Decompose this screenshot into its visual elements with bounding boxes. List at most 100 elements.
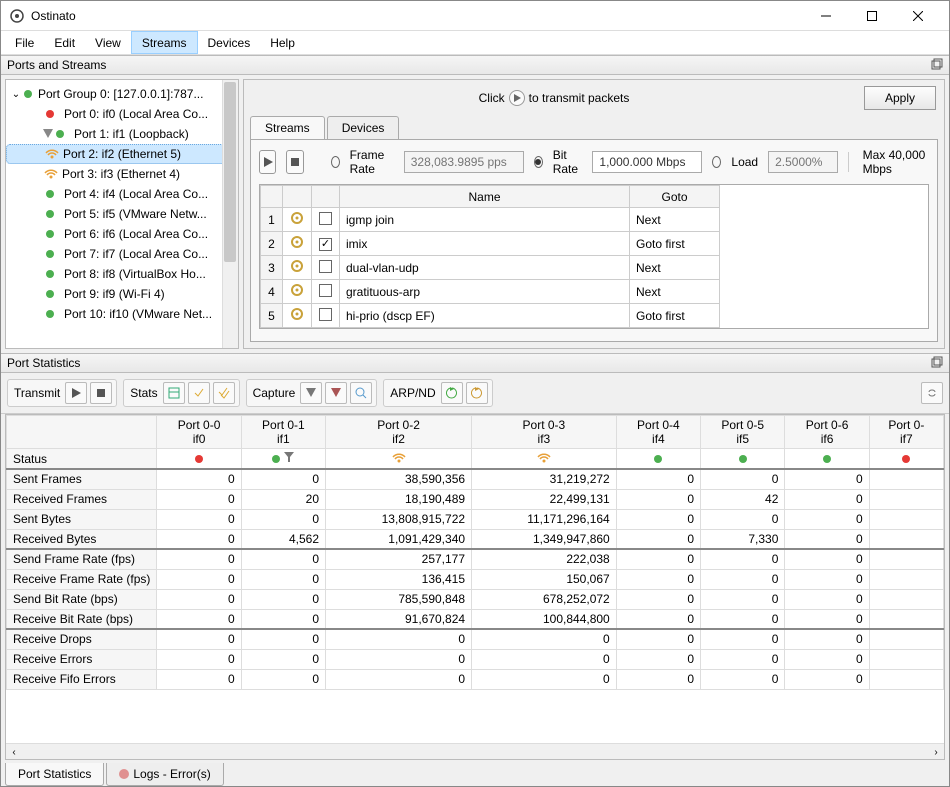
stream-row[interactable]: 5hi-prio (dscp EF)Goto first <box>261 304 720 328</box>
stats-row-label: Send Bit Rate (bps) <box>7 589 157 609</box>
status-dot-icon <box>46 270 54 278</box>
stream-row[interactable]: 3dual-vlan-udpNext <box>261 256 720 280</box>
menu-view[interactable]: View <box>85 31 131 54</box>
frame-rate-radio[interactable] <box>331 156 340 168</box>
tab-logs-errors[interactable]: Logs - Error(s) <box>106 763 223 786</box>
menu-edit[interactable]: Edit <box>44 31 85 54</box>
stream-enable-checkbox[interactable] <box>319 284 332 297</box>
arp-resolve-button[interactable] <box>441 382 463 404</box>
stats-row: Receive Errors0000000 <box>7 649 944 669</box>
gear-icon[interactable] <box>289 258 305 274</box>
load-input[interactable] <box>768 151 838 173</box>
stats-hscrollbar[interactable]: ‹› <box>6 743 944 759</box>
tab-port-statistics[interactable]: Port Statistics <box>5 763 104 786</box>
stream-row[interactable]: 1igmp joinNext <box>261 208 720 232</box>
transmit-group-label: Transmit <box>12 386 62 400</box>
tree-item-port-9[interactable]: Port 9: if9 (Wi-Fi 4) <box>6 284 238 304</box>
max-rate-label: Max 40,000 Mbps <box>863 148 929 176</box>
stats-row-label: Receive Frame Rate (fps) <box>7 569 157 589</box>
tab-devices[interactable]: Devices <box>327 116 400 139</box>
tree-item-port-0[interactable]: Port 0: if0 (Local Area Co... <box>6 104 238 124</box>
capture-group-label: Capture <box>251 386 298 400</box>
port-tree[interactable]: ⌄Port Group 0: [127.0.0.1]:787...Port 0:… <box>5 79 239 349</box>
gear-icon[interactable] <box>289 306 305 322</box>
apply-button[interactable]: Apply <box>864 86 936 110</box>
tree-item-port-8[interactable]: Port 8: if8 (VirtualBox Ho... <box>6 264 238 284</box>
arp-clear-button[interactable] <box>466 382 488 404</box>
close-button[interactable] <box>895 1 941 31</box>
stats-col-header[interactable]: Port 0-if7 <box>869 416 943 449</box>
chevron-down-icon[interactable]: ⌄ <box>10 89 22 100</box>
stream-enable-checkbox[interactable] <box>319 308 332 321</box>
tree-item-port-6[interactable]: Port 6: if6 (Local Area Co... <box>6 224 238 244</box>
tree-item-port-1[interactable]: Port 1: if1 (Loopback) <box>6 124 238 144</box>
ports-streams-panel-title: Ports and Streams <box>1 55 949 75</box>
stats-grid[interactable]: Port 0-0if0Port 0-1if1Port 0-2if2Port 0-… <box>6 415 944 690</box>
tree-scrollbar[interactable] <box>222 80 238 348</box>
status-dot-icon <box>56 130 64 138</box>
stats-row: Sent Bytes0013,808,915,72211,171,296,164… <box>7 509 944 529</box>
load-radio[interactable] <box>712 156 721 168</box>
stats-col-header[interactable]: Port 0-0if0 <box>157 416 241 449</box>
status-dot-icon <box>46 230 54 238</box>
stats-row: Received Frames02018,190,48922,499,13104… <box>7 489 944 509</box>
status-dot-icon <box>46 190 54 198</box>
undock-stats-icon[interactable] <box>931 356 943 371</box>
transmit-hint: Click to transmit packets <box>252 90 856 106</box>
menubar: FileEditViewStreamsDevicesHelp <box>1 31 949 55</box>
bit-rate-radio[interactable] <box>534 156 543 168</box>
capture-start-button[interactable] <box>300 382 322 404</box>
transmit-stop-button[interactable] <box>90 382 112 404</box>
minimize-button[interactable] <box>803 1 849 31</box>
bit-rate-input[interactable] <box>592 151 702 173</box>
maximize-button[interactable] <box>849 1 895 31</box>
stop-transmit-button[interactable] <box>286 150 303 174</box>
undock-icon[interactable] <box>931 58 943 73</box>
tab-streams[interactable]: Streams <box>250 116 325 139</box>
menu-devices[interactable]: Devices <box>198 31 261 54</box>
stats-row-label: Received Bytes <box>7 529 157 549</box>
tree-root[interactable]: ⌄Port Group 0: [127.0.0.1]:787... <box>6 84 238 104</box>
stats-col-header[interactable]: Port 0-3if3 <box>472 416 617 449</box>
stats-col-header[interactable]: Port 0-4if4 <box>616 416 700 449</box>
stats-row-label: Status <box>7 449 157 470</box>
tree-item-port-10[interactable]: Port 10: if10 (VMware Net... <box>6 304 238 324</box>
error-icon <box>119 769 129 779</box>
tree-item-port-7[interactable]: Port 7: if7 (Local Area Co... <box>6 244 238 264</box>
stream-table[interactable]: NameGoto1igmp joinNext2imixGoto first3du… <box>260 185 720 328</box>
stream-row[interactable]: 4gratituous-arpNext <box>261 280 720 304</box>
stats-row: Receive Fifo Errors0000000 <box>7 669 944 689</box>
stats-col-header[interactable]: Port 0-5if5 <box>701 416 785 449</box>
tree-item-port-4[interactable]: Port 4: if4 (Local Area Co... <box>6 184 238 204</box>
stats-clear-all-button[interactable] <box>213 382 235 404</box>
load-label: Load <box>731 155 758 169</box>
stream-enable-checkbox[interactable] <box>319 238 332 251</box>
menu-file[interactable]: File <box>5 31 44 54</box>
menu-help[interactable]: Help <box>260 31 305 54</box>
stream-enable-checkbox[interactable] <box>319 260 332 273</box>
gear-icon[interactable] <box>289 234 305 250</box>
stats-view-button[interactable] <box>163 382 185 404</box>
stream-enable-checkbox[interactable] <box>319 212 332 225</box>
transmit-start-button[interactable] <box>65 382 87 404</box>
bottom-tabs: Port Statistics Logs - Error(s) <box>1 760 949 786</box>
stats-row-label: Sent Bytes <box>7 509 157 529</box>
menu-streams[interactable]: Streams <box>131 31 198 54</box>
tree-item-port-2[interactable]: Port 2: if2 (Ethernet 5) <box>6 144 238 164</box>
capture-stop-button[interactable] <box>325 382 347 404</box>
stats-row-label: Send Frame Rate (fps) <box>7 549 157 569</box>
gear-icon[interactable] <box>289 282 305 298</box>
capture-view-button[interactable] <box>350 382 372 404</box>
start-transmit-button[interactable] <box>259 150 276 174</box>
gear-icon[interactable] <box>289 210 305 226</box>
stats-row: Received Bytes04,5621,091,429,3401,349,9… <box>7 529 944 549</box>
tree-item-port-5[interactable]: Port 5: if5 (VMware Netw... <box>6 204 238 224</box>
frame-rate-input[interactable] <box>404 151 524 173</box>
stream-row[interactable]: 2imixGoto first <box>261 232 720 256</box>
stats-col-header[interactable]: Port 0-6if6 <box>785 416 869 449</box>
refresh-link-button[interactable] <box>921 382 943 404</box>
stats-clear-button[interactable] <box>188 382 210 404</box>
stats-col-header[interactable]: Port 0-2if2 <box>326 416 472 449</box>
stats-col-header[interactable]: Port 0-1if1 <box>241 416 325 449</box>
tree-item-port-3[interactable]: Port 3: if3 (Ethernet 4) <box>6 164 238 184</box>
